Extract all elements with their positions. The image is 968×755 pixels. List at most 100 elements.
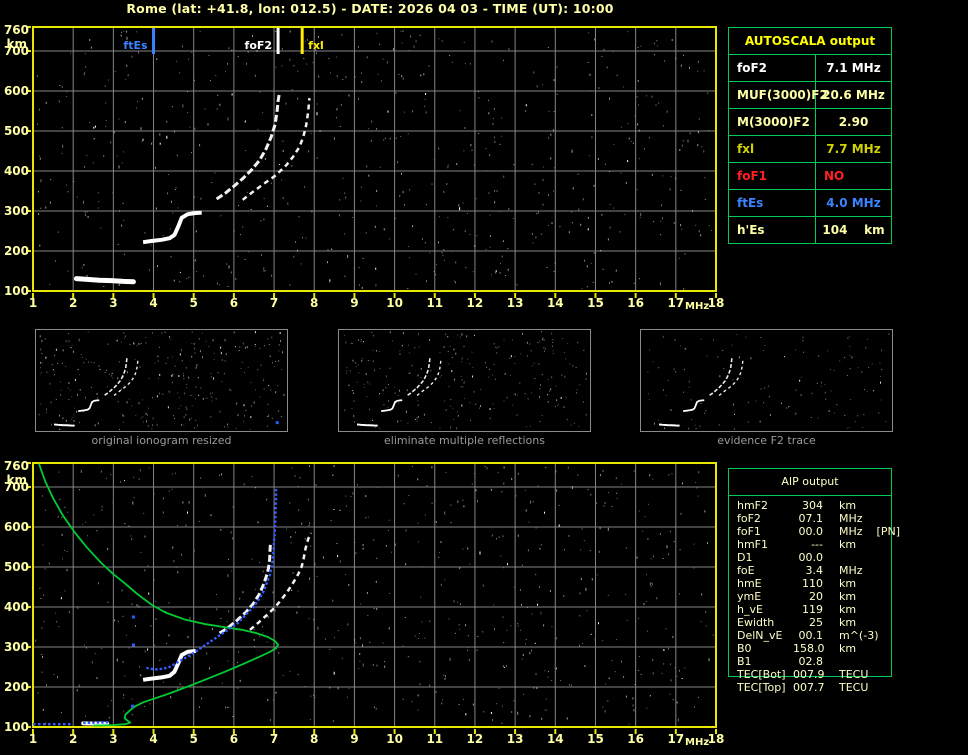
parameter-label: h_vE	[737, 603, 763, 616]
svg-text:1: 1	[29, 732, 37, 746]
svg-text:17: 17	[667, 296, 684, 310]
f1-cusp-trace	[381, 399, 403, 412]
parameter-value: 110	[802, 577, 823, 590]
green-profile-line	[38, 463, 280, 727]
parameter-value: NO	[824, 169, 845, 183]
svg-text:6: 6	[230, 732, 238, 746]
svg-text:6: 6	[230, 296, 238, 310]
parameter-label: TEC[Top]	[737, 681, 786, 694]
noise-dots	[35, 465, 714, 725]
es-layer-trace	[658, 423, 680, 427]
svg-text:fxl: fxl	[308, 39, 324, 52]
table-row: hmE 110 km	[729, 577, 891, 590]
f1-cusp-trace	[142, 210, 202, 245]
parameter-value: 158.0	[793, 642, 825, 655]
svg-text:4: 4	[149, 296, 157, 310]
table-row: DelN_vE 00.1 m^(-3)	[729, 629, 891, 642]
svg-text:1: 1	[29, 296, 37, 310]
f2-extraordinary-trace	[416, 358, 442, 397]
svg-text:MHz: MHz	[685, 301, 709, 312]
top-ionogram-plot: 760700600500400300200100km1 2 3 4 5 6 7 8 9 10 11 1…	[4, 23, 724, 312]
svg-text:10: 10	[386, 732, 403, 746]
svg-text:200: 200	[4, 244, 29, 258]
parameter-value: 007.7	[793, 681, 825, 694]
parameter-unit: km	[839, 616, 857, 629]
grid	[33, 463, 716, 727]
svg-text:9: 9	[350, 296, 358, 310]
autoscala-table-rows: foF2 7.1 MHz MUF(3000)F2 20.6 MHz M(3000)F2 2…	[729, 55, 891, 243]
svg-text:400: 400	[4, 600, 29, 614]
f2-ordinary-trace	[709, 356, 733, 396]
svg-text:100: 100	[4, 284, 29, 298]
svg-text:2: 2	[69, 732, 77, 746]
parameter-value: 4.0 MHz	[826, 196, 881, 210]
svg-text:9: 9	[350, 732, 358, 746]
parameter-label: TEC[Bot]	[737, 668, 786, 681]
parameter-unit: TECU	[839, 668, 869, 681]
parameter-label: ymE	[737, 590, 762, 603]
svg-text:11: 11	[426, 296, 443, 310]
f2-extraordinary-echo	[249, 532, 313, 631]
f2-extraordinary-trace	[241, 98, 311, 201]
svg-text:10: 10	[386, 296, 403, 310]
parameter-value: 00.0	[798, 551, 824, 564]
parameter-value: 20	[809, 590, 823, 603]
svg-text:500: 500	[4, 560, 29, 574]
parameter-unit: km	[839, 499, 857, 512]
table-row: TEC[Bot] 007.9 TECU	[729, 668, 891, 681]
parameter-value: 119	[802, 603, 823, 616]
parameter-unit	[823, 655, 891, 668]
parameter-value: 007.9	[793, 668, 825, 681]
parameter-unit: m^(-3)	[839, 629, 879, 642]
svg-text:13: 13	[507, 732, 524, 746]
parameter-value: 02.8	[798, 655, 824, 668]
parameter-note: [PN]	[876, 525, 900, 538]
aip-table-header: AIP output	[729, 469, 891, 496]
parameter-label: Ewidth	[737, 616, 775, 629]
parameter-label: ftEs	[729, 190, 816, 216]
svg-text:km: km	[7, 37, 27, 51]
f1-cusp-trace	[78, 399, 100, 412]
parameter-label: h'Es	[729, 217, 816, 243]
parameter-label: MUF(3000)F2	[729, 82, 828, 108]
svg-text:4: 4	[149, 732, 157, 746]
table-row: B0 158.0 km	[729, 642, 891, 655]
foF2-marker: foF2	[245, 28, 280, 54]
noise-dots	[38, 331, 285, 430]
svg-text:14: 14	[547, 296, 564, 310]
svg-text:300: 300	[4, 204, 29, 218]
y-axis-labels: 760700600500400300200100km	[4, 23, 29, 298]
svg-text:760: 760	[4, 459, 29, 473]
autoscala-output-table: AUTOSCALA output foF2 7.1 MHz MUF(3000)F2 2…	[728, 27, 892, 244]
thumbnail-caption-2: eliminate multiple reflections	[384, 434, 545, 447]
x-axis-labels: 1 2 3 4 5 6 7 8 9 10 11 12 13 14 15 16 17 18MHz	[29, 732, 725, 748]
parameter-unit: km	[839, 577, 857, 590]
table-row: hmF1 --- km	[729, 538, 891, 551]
f2-ordinary-echo	[218, 543, 272, 635]
parameter-value: 00.0	[798, 525, 824, 538]
parameter-unit: MHz [PN]	[839, 525, 900, 538]
svg-text:12: 12	[467, 732, 484, 746]
parameter-label: foF2	[729, 55, 816, 81]
parameter-label: hmF1	[737, 538, 769, 551]
parameter-label: foF1	[729, 163, 816, 189]
aip-output-table: AIP output hmF2 304 km foF2 07.1 MHz foF1 00.0 M…	[728, 468, 900, 694]
table-row: foF1 00.0 MHz [PN]	[729, 525, 900, 538]
svg-text:km: km	[7, 473, 27, 487]
parameter-value: 2.90	[838, 115, 869, 129]
f2-ordinary-trace	[215, 93, 281, 201]
parameter-value: 3.4	[805, 564, 824, 577]
table-row: TEC[Top] 007.7 TECU	[729, 681, 891, 694]
noise-dots	[647, 333, 890, 430]
es-layer-trace	[356, 423, 378, 427]
thumbnail-caption-3: evidence F2 trace	[717, 434, 816, 447]
svg-text:8: 8	[310, 732, 318, 746]
table-row: h_vE 119 km	[729, 603, 891, 616]
table-row: fxl 7.7 MHz	[729, 136, 891, 163]
svg-text:7: 7	[270, 296, 278, 310]
svg-text:foF2: foF2	[245, 39, 273, 52]
svg-text:16: 16	[627, 296, 644, 310]
svg-text:500: 500	[4, 124, 29, 138]
f2-extraordinary-trace	[718, 358, 744, 397]
parameter-label: hmE	[737, 577, 762, 590]
